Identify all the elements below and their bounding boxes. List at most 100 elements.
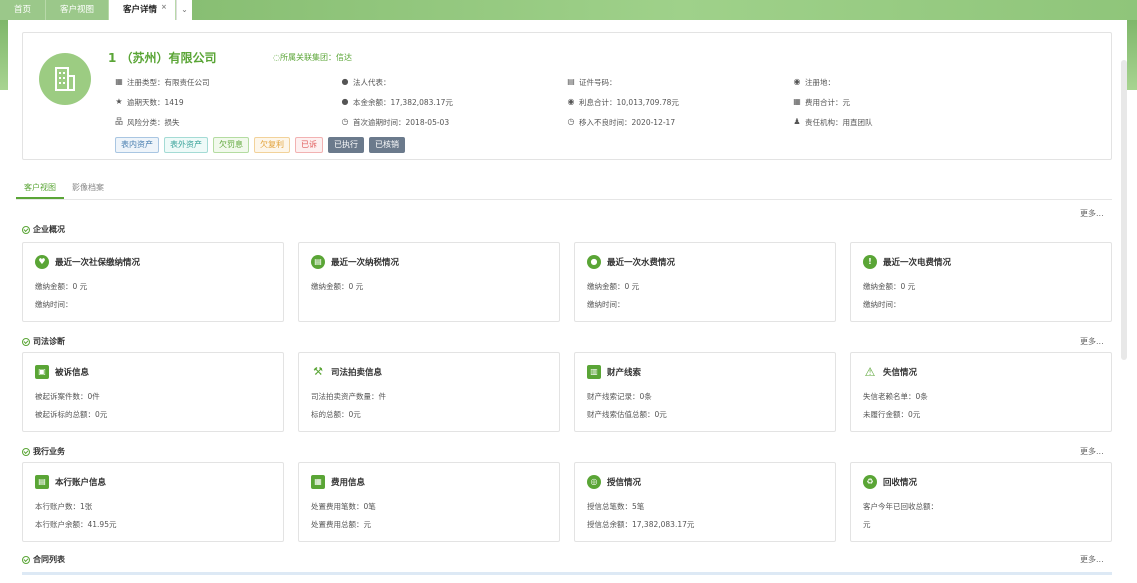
- card-line: 缴纳金额：0 元: [587, 282, 640, 291]
- card-line: 授信总余额：17,382,083.17元: [587, 520, 695, 529]
- user-icon: ●: [341, 77, 349, 86]
- card-electricity[interactable]: ! 最近一次电费情况 缴纳金额：0 元 缴纳时间：: [850, 242, 1112, 322]
- info-legal-rep: ● 法人代表：: [341, 77, 391, 87]
- tab-home[interactable]: 首页: [0, 0, 47, 20]
- history-icon: ◷: [341, 117, 349, 126]
- related-group-link[interactable]: ◌所属关联集团：信达: [273, 52, 352, 63]
- more-link-contracts[interactable]: 更多...: [1080, 554, 1104, 565]
- recycle-icon: ♻: [863, 475, 877, 489]
- info-row-2: ★ 逾期天数：1419 ● 本金余额：17,382,083.17元 ◉ 利息合计：10…: [115, 95, 1115, 109]
- tab-customer-view[interactable]: 客户视图: [46, 0, 110, 20]
- star-icon: ★: [115, 97, 123, 106]
- water-drop-icon: ●: [587, 255, 601, 269]
- card-recovery-info[interactable]: ♻ 回收情况 客户今年已回收总额： 元: [850, 462, 1112, 542]
- table-icon: ▦: [115, 77, 123, 86]
- sub-tab-strip: 客户视图 影像档案: [16, 180, 1112, 200]
- card-line: 处置费用笔数：0笔: [311, 502, 376, 511]
- property-icon: ▥: [587, 365, 601, 379]
- building-icon: [39, 53, 91, 105]
- section-business: 我行业务: [22, 446, 65, 457]
- tab-strip: 首页 客户视图 客户详情 × ⌄: [0, 0, 192, 20]
- id-card-icon: ▤: [567, 77, 575, 86]
- card-line: 财产线索记录：0条: [587, 392, 652, 401]
- card-tax[interactable]: ▤ 最近一次纳税情况 缴纳金额：0 元: [298, 242, 560, 322]
- person-icon: ♟: [793, 117, 801, 126]
- card-account-info[interactable]: ▤ 本行账户信息 本行账户数：1张 本行账户余额：41.95元: [22, 462, 284, 542]
- gavel-icon: ⚒: [313, 365, 323, 378]
- check-circle-icon: [22, 447, 30, 456]
- warning-icon: ⚠: [864, 365, 876, 379]
- card-line: 被起诉标的总额：0元: [35, 410, 108, 419]
- info-principal: ● 本金余额：17,382,083.17元: [341, 97, 453, 107]
- lightbulb-icon: !: [863, 255, 877, 269]
- card-line: 未履行金额：0元: [863, 410, 921, 419]
- card-line: 授信总笔数：5笔: [587, 502, 645, 511]
- card-auction-info[interactable]: ⚒ 司法拍卖信息 司法拍卖资产数量：件 标的总额：0元: [298, 352, 560, 432]
- badge-on-balance: 表内资产: [115, 137, 159, 153]
- card-line: 被起诉案件数：0件: [35, 392, 100, 401]
- info-responsible-org: ♟ 责任机构：用直团队: [793, 117, 873, 127]
- badge-compound-interest: 欠复利: [254, 137, 290, 153]
- location-icon: ◉: [793, 77, 801, 86]
- info-reg-address: ◉ 注册地：: [793, 77, 836, 87]
- info-npl-time: ◷ 移入不良时间：2020-12-17: [567, 117, 676, 127]
- info-fees: ▦ 费用合计：元: [793, 97, 850, 107]
- customer-header-card: 1 （苏州）有限公司 ◌所属关联集团：信达 ▦ 注册类型：有限责任公司 ● 法人代表…: [22, 32, 1112, 160]
- section-judicial: 司法诊断: [22, 336, 65, 347]
- contract-table-header: [22, 572, 1112, 575]
- card-line: 缴纳时间：: [35, 300, 73, 309]
- card-line: 缴纳金额：0 元: [863, 282, 916, 291]
- badge-penalty-interest: 欠罚息: [213, 137, 249, 153]
- tab-menu-chevron-icon[interactable]: ⌄: [175, 0, 192, 20]
- info-reg-type: ▦ 注册类型：有限责任公司: [115, 77, 210, 87]
- close-tab-icon[interactable]: ×: [161, 3, 167, 11]
- more-link-enterprise[interactable]: 更多...: [1080, 208, 1104, 219]
- vertical-scrollbar[interactable]: [1121, 60, 1127, 360]
- more-link-judicial[interactable]: 更多...: [1080, 336, 1104, 347]
- info-row-3: 品风险分类：损失 ◷ 首次逾期时间：2018-05-03 ◷ 移入不良时间：2020…: [115, 115, 1115, 129]
- badge-executed: 已执行: [328, 137, 364, 153]
- info-id-number: ▤ 证件号码：: [567, 77, 617, 87]
- card-line: 本行账户余额：41.95元: [35, 520, 117, 529]
- card-line: 缴纳时间：: [863, 300, 901, 309]
- more-link-business[interactable]: 更多...: [1080, 446, 1104, 457]
- card-dishonesty[interactable]: ⚠ 失信情况 失信老赖名单：0条 未履行金额：0元: [850, 352, 1112, 432]
- money-bag-icon: ●: [341, 97, 349, 106]
- subtab-customer-view[interactable]: 客户视图: [16, 180, 64, 199]
- card-property-clues[interactable]: ▥ 财产线索 财产线索记录：0条 财产线索估值总额：0元: [574, 352, 836, 432]
- id-card-icon: ▤: [35, 475, 49, 489]
- card-social-security[interactable]: ♥ 最近一次社保缴纳情况 缴纳金额：0 元 缴纳时间：: [22, 242, 284, 322]
- info-interest: ◉ 利息合计：10,013,709.78元: [567, 97, 679, 107]
- document-icon: ▦: [311, 475, 325, 489]
- company-name: 1 （苏州）有限公司: [108, 51, 217, 65]
- badge-off-balance: 表外资产: [164, 137, 208, 153]
- card-line: 本行账户数：1张: [35, 502, 93, 511]
- clock-icon: ◷: [567, 117, 575, 126]
- card-sued-info[interactable]: ▣ 被诉信息 被起诉案件数：0件 被起诉标的总额：0元: [22, 352, 284, 432]
- heart-icon: ♥: [35, 255, 49, 269]
- card-line: 客户今年已回收总额：: [863, 502, 938, 511]
- card-line: 缴纳金额：0 元: [35, 282, 88, 291]
- status-badges: 表内资产 表外资产 欠罚息 欠复利 已诉 已执行 已核销: [115, 137, 405, 153]
- card-water[interactable]: ● 最近一次水费情况 缴纳金额：0 元 缴纳时间：: [574, 242, 836, 322]
- main-content: 1 （苏州）有限公司 ◌所属关联集团：信达 ▦ 注册类型：有限责任公司 ● 法人代表…: [8, 20, 1127, 583]
- card-line: 失信老赖名单：0条: [863, 392, 928, 401]
- medal-icon: ◎: [587, 475, 601, 489]
- card-credit-info[interactable]: ◎ 授信情况 授信总笔数：5笔 授信总余额：17,382,083.17元: [574, 462, 836, 542]
- coin-icon: ◉: [567, 97, 575, 106]
- building-small-icon: ▦: [793, 97, 801, 106]
- info-row-1: ▦ 注册类型：有限责任公司 ● 法人代表： ▤ 证件号码： ◉ 注册地：: [115, 75, 1115, 89]
- subtab-image-archive[interactable]: 影像档案: [64, 180, 112, 199]
- card-line: 缴纳时间：: [587, 300, 625, 309]
- card-line: 财产线索估值总额：0元: [587, 410, 667, 419]
- card-line: 元: [863, 520, 871, 529]
- badge-written-off: 已核销: [369, 137, 405, 153]
- tab-customer-detail[interactable]: 客户详情 ×: [109, 0, 176, 20]
- check-circle-icon: [22, 337, 30, 346]
- briefcase-icon: ▣: [35, 365, 49, 379]
- card-line: 缴纳金额：0 元: [311, 282, 364, 291]
- org-chart-icon: 品: [115, 117, 123, 126]
- check-circle-icon: [22, 225, 30, 234]
- card-fee-info[interactable]: ▦ 费用信息 处置费用笔数：0笔 处置费用总额：元: [298, 462, 560, 542]
- section-contracts: 合同列表: [22, 554, 65, 565]
